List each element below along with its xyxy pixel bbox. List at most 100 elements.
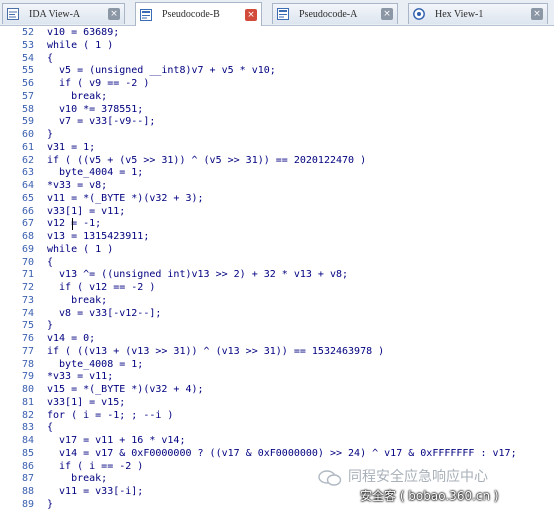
line-number: 87	[21, 473, 34, 485]
code-text: v14 = v17 & 0xF0000000 ? ((v17 & 0xF0000…	[47, 447, 517, 459]
code-text: }	[47, 129, 54, 140]
code-line[interactable]: 64 *v33 = v8;	[0, 180, 554, 193]
code-text: if ( ((v5 + (v5 >> 31)) ^ (v5 >> 31)) ==…	[47, 154, 367, 166]
tab-label: Pseudocode-A	[299, 8, 358, 20]
code-text: v10 *= 378551;	[47, 103, 144, 115]
line-number: 56	[21, 78, 34, 89]
tab-pseudocode-b[interactable]: Pseudocode-B ×	[135, 2, 262, 26]
line-number: 61	[21, 141, 34, 153]
code-text: {	[47, 422, 54, 434]
line-number: 76	[21, 333, 34, 344]
line-number: 74	[21, 307, 34, 319]
line-number: 77	[21, 345, 34, 357]
code-line[interactable]: 59 v7 = v33[-v9--];	[0, 116, 554, 129]
tab-hex-view-1[interactable]: Hex View-1 ×	[408, 3, 548, 24]
code-text: v8 = v33[-v12--];	[47, 307, 162, 319]
code-line[interactable]: 65 v11 = *(_BYTE *)(v32 + 3);	[0, 193, 554, 206]
line-number: 89	[21, 498, 34, 510]
pseudocode-view[interactable]: 52 v10 = 63689; 53 while ( 1 ) 54 {55 v5 = (u…	[0, 26, 554, 510]
line-number: 73	[21, 294, 34, 306]
code-text: v11 = v33[-i];	[47, 486, 144, 497]
code-line[interactable]: 75}	[0, 320, 554, 333]
line-number: 85	[21, 447, 34, 459]
code-line[interactable]: 57 break;	[0, 91, 554, 104]
code-line[interactable]: 80 v15 = *(_BYTE *)(v32 + 4);	[0, 384, 554, 397]
code-line[interactable]: 60}	[0, 129, 554, 142]
tab-pseudocode-a[interactable]: Pseudocode-A ×	[272, 3, 398, 24]
line-number: 55	[21, 65, 34, 77]
code-line[interactable]: 61 v31 = 1;	[0, 142, 554, 155]
code-line[interactable]: 62 if ( ((v5 + (v5 >> 31)) ^ (v5 >> 31)) …	[0, 155, 554, 168]
line-number: 64	[21, 180, 34, 191]
code-line[interactable]: 78 byte_4008 = 1;	[0, 359, 554, 372]
code-line[interactable]: 81 v33[1] = v15;	[0, 397, 554, 410]
line-number: 69	[21, 243, 34, 255]
line-number: 75	[21, 320, 34, 332]
code-lines: 52 v10 = 63689; 53 while ( 1 ) 54 {55 v5 = (u…	[0, 27, 554, 510]
code-line[interactable]: 76 v14 = 0;	[0, 333, 554, 346]
watermark-subtitle: 安全客 ( bobao.360.cn )	[360, 489, 499, 503]
watermark: 同程安全应急响应中心 安全客 ( bobao.360.cn )	[314, 462, 546, 508]
code-line[interactable]: 63 byte_4004 = 1;	[0, 167, 554, 180]
code-text: while ( 1 )	[47, 39, 114, 51]
code-line[interactable]: 54 {	[0, 53, 554, 66]
code-line[interactable]: 58 v10 *= 378551;	[0, 104, 554, 117]
code-line[interactable]: 70 {	[0, 257, 554, 270]
code-line[interactable]: 84 v17 = v11 + 16 * v14;	[0, 435, 554, 448]
code-text: *v33 = v8;	[47, 180, 108, 191]
code-text: if ( ((v13 + (v13 >> 31)) ^ (v13 >> 31))…	[47, 345, 385, 357]
code-text: while ( 1 )	[47, 243, 114, 255]
line-number: 58	[21, 103, 34, 115]
ida-view-icon	[7, 8, 19, 20]
code-line[interactable]: 73 break;	[0, 295, 554, 308]
code-line[interactable]: 77 if ( ((v13 + (v13 >> 31)) ^ (v13 >> 31…	[0, 346, 554, 359]
code-text: v13 ^= ((unsigned int)v13 >> 2) + 32 * v…	[47, 269, 349, 281]
line-number: 86	[21, 460, 34, 472]
line-number: 60	[21, 129, 34, 140]
code-line[interactable]: 83 {	[0, 422, 554, 435]
code-line[interactable]: 68 v13 = 1315423911;	[0, 231, 554, 244]
line-number: 57	[21, 90, 34, 102]
code-text: {	[47, 52, 54, 64]
line-number: 59	[21, 116, 34, 128]
line-number: 54	[21, 52, 34, 64]
line-number: 68	[21, 231, 34, 242]
close-icon[interactable]: ×	[245, 8, 257, 21]
code-text: break;	[47, 90, 108, 102]
line-number: 53	[21, 39, 34, 51]
watermark-title: 同程安全应急响应中心	[348, 469, 488, 485]
line-number: 63	[21, 167, 34, 179]
code-line[interactable]: 67 v12 = -1;	[0, 218, 554, 231]
code-text: *v33 = v11;	[47, 371, 114, 383]
line-number: 84	[21, 435, 34, 446]
code-line[interactable]: 66 v33[1] = v11;	[0, 206, 554, 219]
code-line[interactable]: 82 for ( i = -1; ; --i )	[0, 410, 554, 423]
close-icon[interactable]: ×	[531, 8, 543, 20]
code-line[interactable]: 52 v10 = 63689;	[0, 27, 554, 40]
wechat-icon	[318, 470, 342, 486]
code-text: v5 = (unsigned __int8)v7 + v5 * v10;	[47, 65, 276, 77]
code-line[interactable]: 74 v8 = v33[-v12--];	[0, 308, 554, 321]
code-text: v31 = 1;	[47, 141, 96, 153]
hex-view-icon	[413, 8, 425, 20]
code-line[interactable]: 69 while ( 1 )	[0, 244, 554, 257]
code-line[interactable]: 79 *v33 = v11;	[0, 371, 554, 384]
close-icon[interactable]: ×	[381, 8, 393, 20]
line-number: 79	[21, 371, 34, 383]
line-number: 82	[21, 409, 34, 421]
code-line[interactable]: 56 if ( v9 == -2 )	[0, 78, 554, 91]
code-line[interactable]: 85 v14 = v17 & 0xF0000000 ? ((v17 & 0xF0…	[0, 448, 554, 461]
code-text: if ( v12 == -2 )	[47, 282, 156, 293]
code-text: for ( i = -1; ; --i )	[47, 409, 174, 421]
code-text: v7 = v33[-v9--];	[47, 116, 156, 128]
tab-bar: IDA View-A × Pseudocode-B × Pseudocode-A…	[0, 0, 554, 26]
code-text: v11 = *(_BYTE *)(v32 + 3);	[47, 192, 204, 204]
code-line[interactable]: 71 v13 ^= ((unsigned int)v13 >> 2) + 32 …	[0, 269, 554, 282]
code-line[interactable]: 55 v5 = (unsigned __int8)v7 + v5 * v10;	[0, 65, 554, 78]
code-text: v13 = 1315423911;	[47, 231, 150, 242]
tab-ida-view-a[interactable]: IDA View-A ×	[2, 3, 125, 24]
code-text: v10 = 63689;	[47, 27, 120, 38]
close-icon[interactable]: ×	[108, 8, 120, 20]
code-line[interactable]: 53 while ( 1 )	[0, 40, 554, 53]
code-line[interactable]: 72 if ( v12 == -2 )	[0, 282, 554, 295]
